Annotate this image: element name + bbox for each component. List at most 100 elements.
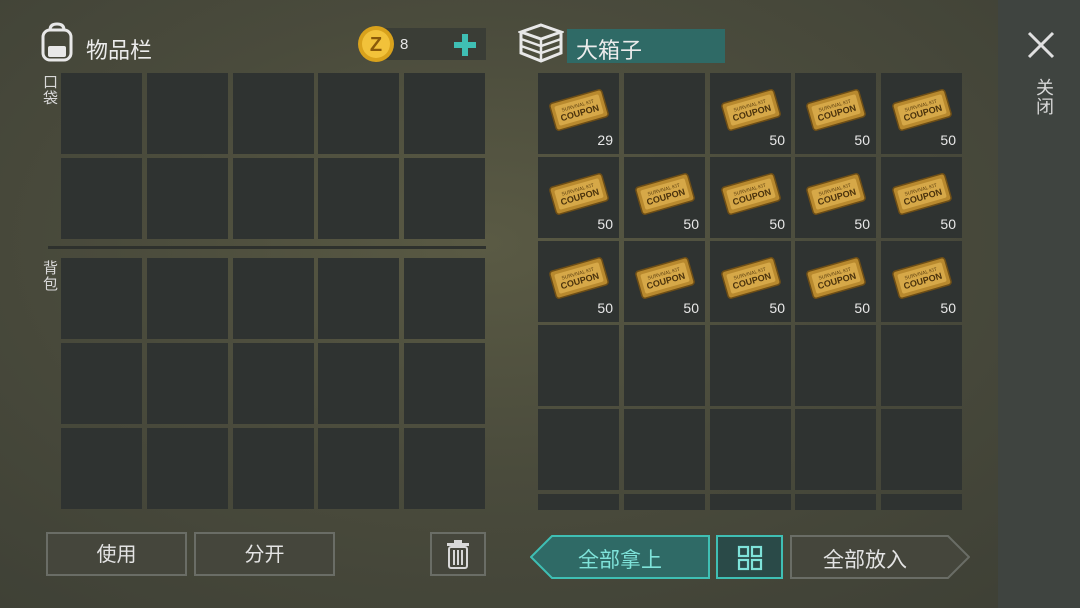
pocket-slot[interactable]: [404, 158, 485, 239]
item-quantity: 50: [940, 216, 956, 232]
container-slot[interactable]: [795, 325, 876, 406]
inventory-title: 物品栏: [86, 39, 153, 64]
container-slot-partial[interactable]: [881, 494, 962, 510]
plus-icon[interactable]: [452, 32, 478, 58]
container-slot-partial[interactable]: [624, 494, 705, 510]
use-button[interactable]: 使用: [46, 532, 187, 576]
backpack-slot[interactable]: [147, 428, 228, 509]
backpack-slot[interactable]: [233, 258, 314, 339]
pocket-slot[interactable]: [61, 158, 142, 239]
container-slot[interactable]: SURVIVAL KIT COUPON 50: [881, 241, 962, 322]
coupon-icon: SURVIVAL KITCOUPON: [549, 89, 609, 131]
coin-icon: Z: [356, 24, 396, 64]
close-x-icon[interactable]: [1026, 30, 1056, 60]
backpack-slot[interactable]: [147, 343, 228, 424]
container-slot-partial[interactable]: [710, 494, 791, 510]
container-slot[interactable]: SURVIVAL KIT COUPON 50: [538, 241, 619, 322]
container-slot[interactable]: SURVIVAL KIT COUPON 50: [795, 73, 876, 154]
container-slot[interactable]: [881, 409, 962, 490]
close-label[interactable]: 关闭: [1030, 78, 1056, 116]
coupon-icon: SURVIVAL KITCOUPON: [549, 173, 609, 215]
container-slot[interactable]: SURVIVAL KIT COUPON 50: [795, 241, 876, 322]
pocket-slot[interactable]: [147, 158, 228, 239]
coupon-icon: SURVIVAL KITCOUPON: [549, 257, 609, 299]
backpack-slot[interactable]: [318, 428, 399, 509]
coupon-icon: SURVIVAL KITCOUPON: [635, 257, 695, 299]
pocket-slot[interactable]: [318, 158, 399, 239]
container-slot[interactable]: SURVIVAL KIT COUPON 50: [710, 157, 791, 238]
put-all-button[interactable]: 全部放入: [790, 535, 970, 579]
coupon-icon: SURVIVAL KITCOUPON: [892, 89, 952, 131]
item-quantity: 50: [769, 216, 785, 232]
container-slot[interactable]: [795, 409, 876, 490]
backpack-slot[interactable]: [61, 343, 142, 424]
backpack-slot[interactable]: [318, 343, 399, 424]
coupon-icon: SURVIVAL KITCOUPON: [806, 257, 866, 299]
crate-icon: [516, 22, 566, 64]
container-slot[interactable]: SURVIVAL KIT COUPON 50: [710, 73, 791, 154]
container-slot[interactable]: [538, 325, 619, 406]
coupon-icon: SURVIVAL KITCOUPON: [721, 173, 781, 215]
container-slot[interactable]: [881, 325, 962, 406]
split-button[interactable]: 分开: [194, 532, 335, 576]
backpack-slot[interactable]: [233, 428, 314, 509]
take-all-button[interactable]: 全部拿上: [530, 535, 710, 579]
coupon-icon: SURVIVAL KITCOUPON: [635, 173, 695, 215]
item-quantity: 50: [597, 300, 613, 316]
container-slot[interactable]: [710, 325, 791, 406]
backpack-slot[interactable]: [233, 343, 314, 424]
grid-sort-icon: [737, 545, 763, 571]
coupon-icon: SURVIVAL KITCOUPON: [892, 257, 952, 299]
svg-text:Z: Z: [370, 34, 382, 56]
container-name: 大箱子: [576, 39, 643, 64]
coupon-icon: SURVIVAL KITCOUPON: [721, 257, 781, 299]
container-slot[interactable]: SURVIVAL KIT COUPON 50: [881, 157, 962, 238]
currency-value: 8: [400, 36, 409, 53]
backpack-slot[interactable]: [404, 428, 485, 509]
section-divider: [48, 246, 486, 249]
container-slot[interactable]: [624, 325, 705, 406]
container-slot[interactable]: SURVIVAL KIT COUPON 29: [538, 73, 619, 154]
item-quantity: 50: [854, 132, 870, 148]
backpack-slot[interactable]: [61, 428, 142, 509]
trash-icon: [447, 540, 469, 569]
container-slot[interactable]: SURVIVAL KIT COUPON 50: [795, 157, 876, 238]
container-slot[interactable]: SURVIVAL KIT COUPON 50: [881, 73, 962, 154]
container-slot-partial[interactable]: [795, 494, 876, 510]
pocket-slot[interactable]: [233, 158, 314, 239]
container-slot[interactable]: [538, 409, 619, 490]
container-slot[interactable]: [710, 409, 791, 490]
container-slot[interactable]: SURVIVAL KIT COUPON 50: [624, 157, 705, 238]
backpack-icon: [38, 22, 76, 62]
pocket-slot[interactable]: [61, 73, 142, 154]
item-quantity: 50: [940, 132, 956, 148]
put-all-label: 全部放入: [823, 548, 907, 572]
pocket-slot[interactable]: [404, 73, 485, 154]
backpack-slot[interactable]: [147, 258, 228, 339]
item-quantity: 50: [683, 300, 699, 316]
item-quantity: 50: [769, 132, 785, 148]
pocket-slot[interactable]: [147, 73, 228, 154]
sort-button[interactable]: [716, 535, 783, 579]
backpack-slot[interactable]: [404, 343, 485, 424]
container-slot[interactable]: SURVIVAL KIT COUPON 50: [710, 241, 791, 322]
coupon-icon: SURVIVAL KITCOUPON: [806, 89, 866, 131]
backpack-slot[interactable]: [61, 258, 142, 339]
pocket-slot[interactable]: [233, 73, 314, 154]
backpack-slot[interactable]: [318, 258, 399, 339]
pocket-slot[interactable]: [318, 73, 399, 154]
coupon-icon: SURVIVAL KITCOUPON: [721, 89, 781, 131]
item-quantity: 50: [940, 300, 956, 316]
coupon-icon: SURVIVAL KITCOUPON: [892, 173, 952, 215]
backpack-slot[interactable]: [404, 258, 485, 339]
item-quantity: 50: [683, 216, 699, 232]
container-slot[interactable]: SURVIVAL KIT COUPON 50: [538, 157, 619, 238]
container-name-field[interactable]: 大箱子: [567, 29, 725, 64]
container-slot[interactable]: [624, 409, 705, 490]
container-slot[interactable]: SURVIVAL KIT COUPON 50: [624, 241, 705, 322]
container-slot[interactable]: [624, 73, 705, 154]
item-quantity: 29: [597, 132, 613, 148]
trash-button[interactable]: [430, 532, 486, 576]
container-slot-partial[interactable]: [538, 494, 619, 510]
backpack-label: 背包: [41, 260, 59, 292]
